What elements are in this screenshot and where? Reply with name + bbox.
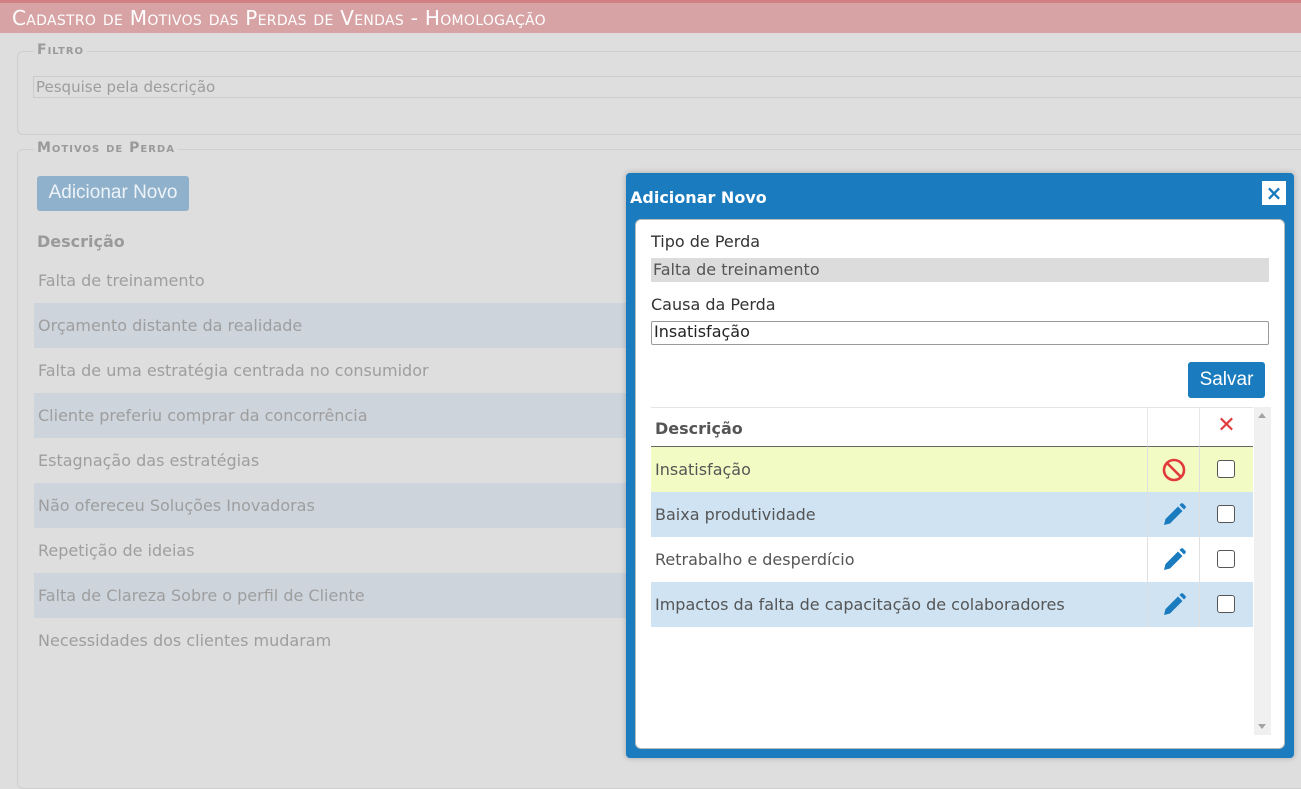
- row-checkbox[interactable]: [1217, 505, 1235, 523]
- add-new-dialog: Adicionar Novo × Tipo de Perda Falta de …: [626, 173, 1294, 758]
- table-header-edit: [1148, 408, 1200, 447]
- table-scrollbar[interactable]: [1254, 407, 1271, 735]
- pencil-icon[interactable]: [1161, 502, 1187, 528]
- causa-input[interactable]: Insatisfação: [651, 321, 1269, 345]
- tipo-label: Tipo de Perda: [651, 232, 761, 251]
- row-checkbox[interactable]: [1217, 595, 1235, 613]
- causes-table: Descrição ✕ Insatisfação Baixa produtivi…: [651, 407, 1253, 736]
- row-description: Insatisfação: [651, 447, 1148, 492]
- table-header-descricao: Descrição: [651, 408, 1148, 447]
- table-row: Impactos da falta de capacitação de cola…: [651, 582, 1253, 627]
- list-item[interactable]: Necessidades dos clientes mudaram: [34, 618, 634, 663]
- action-cell: [1148, 582, 1200, 627]
- add-new-button[interactable]: Adicionar Novo: [37, 176, 189, 211]
- row-description: Baixa produtividade: [651, 492, 1148, 537]
- dialog-title: Adicionar Novo: [630, 188, 767, 207]
- action-cell: [1148, 447, 1200, 492]
- list-item[interactable]: Não ofereceu Soluções Inovadoras: [34, 483, 634, 528]
- delete-all-icon[interactable]: ✕: [1200, 408, 1253, 447]
- list-item[interactable]: Falta de treinamento: [34, 258, 634, 303]
- action-cell: [1148, 537, 1200, 582]
- pencil-icon[interactable]: [1161, 547, 1187, 573]
- page-title: Cadastro de Motivos das Perdas de Vendas…: [12, 6, 546, 30]
- pencil-icon[interactable]: [1161, 592, 1187, 618]
- list-item[interactable]: Repetição de ideias: [34, 528, 634, 573]
- table-row: Baixa produtividade: [651, 492, 1253, 537]
- dialog-body: Tipo de Perda Falta de treinamento Causa…: [635, 219, 1285, 749]
- list-item[interactable]: Falta de uma estratégia centrada no cons…: [34, 348, 634, 393]
- search-input[interactable]: Pesquise pela descrição: [33, 76, 1301, 98]
- causa-label: Causa da Perda: [651, 295, 776, 314]
- filter-fieldset: Filtro Pesquise pela descrição: [17, 42, 1301, 135]
- scroll-down-icon[interactable]: [1258, 724, 1266, 729]
- row-checkbox[interactable]: [1217, 460, 1235, 478]
- column-header-descricao: Descrição: [37, 232, 125, 251]
- save-button[interactable]: Salvar: [1188, 362, 1265, 398]
- action-cell: [1148, 492, 1200, 537]
- row-checkbox[interactable]: [1217, 550, 1235, 568]
- filter-legend: Filtro: [34, 42, 88, 58]
- row-description: Impactos da falta de capacitação de cola…: [651, 582, 1148, 627]
- title-bar: Cadastro de Motivos das Perdas de Vendas…: [0, 0, 1301, 33]
- table-row: Retrabalho e desperdício: [651, 537, 1253, 582]
- blocked-icon[interactable]: [1161, 457, 1187, 483]
- list-item[interactable]: Orçamento distante da realidade: [34, 303, 634, 348]
- scroll-up-icon[interactable]: [1258, 413, 1266, 418]
- row-description: Retrabalho e desperdício: [651, 537, 1148, 582]
- list-item[interactable]: Cliente preferiu comprar da concorrência: [34, 393, 634, 438]
- tipo-field: Falta de treinamento: [651, 258, 1269, 282]
- close-icon[interactable]: ×: [1262, 181, 1286, 205]
- list-item[interactable]: Estagnação das estratégias: [34, 438, 634, 483]
- motivos-legend: Motivos de Perda: [34, 140, 178, 156]
- list-item[interactable]: Falta de Clareza Sobre o perfil de Clien…: [34, 573, 634, 618]
- table-row: Insatisfação: [651, 447, 1253, 492]
